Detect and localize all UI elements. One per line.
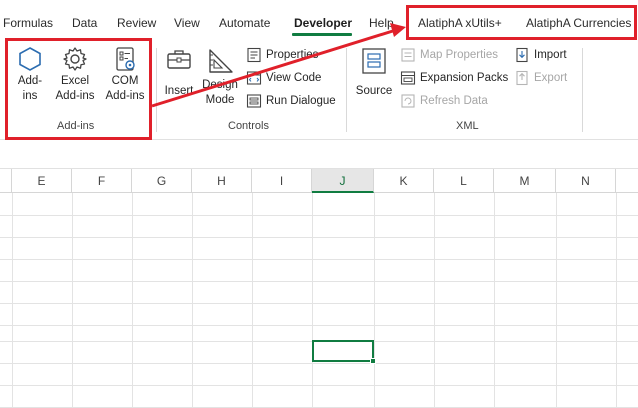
grid-line: [616, 193, 617, 408]
grid-line: [494, 193, 495, 408]
xml-group-label: XML: [456, 120, 479, 132]
column-header-f[interactable]: F: [72, 169, 132, 193]
xml-source-icon: [362, 48, 386, 74]
run-dialogue-icon: [246, 94, 262, 108]
grid-line: [374, 193, 375, 408]
tab-data[interactable]: Data: [72, 16, 97, 30]
grid-line: [556, 193, 557, 408]
expansion-packs-label: Expansion Packs: [420, 72, 509, 84]
column-header-n[interactable]: N: [556, 169, 616, 193]
design-mode-button[interactable]: Design Mode: [200, 46, 240, 108]
run-dialogue-button[interactable]: Run Dialogue: [246, 90, 336, 112]
grid-line: [0, 303, 638, 304]
group-separator: [156, 48, 157, 132]
export-icon: [516, 70, 528, 86]
grid-line: [0, 281, 638, 282]
tab-help[interactable]: Help: [369, 16, 394, 30]
active-cell[interactable]: [312, 340, 374, 362]
refresh-data-label: Refresh Data: [420, 95, 488, 107]
view-code-label: View Code: [266, 72, 322, 84]
fill-handle[interactable]: [370, 358, 376, 364]
column-header-g[interactable]: G: [132, 169, 192, 193]
refresh-data-button[interactable]: Refresh Data: [400, 90, 488, 112]
tab-view[interactable]: View: [174, 16, 200, 30]
run-dialogue-label: Run Dialogue: [266, 95, 336, 107]
design-mode-label-2: Mode: [205, 94, 235, 106]
grid-line: [0, 259, 638, 260]
active-tab-indicator: [292, 33, 352, 36]
import-label: Import: [534, 49, 567, 61]
row-header-gutter: [0, 169, 12, 193]
grid-line: [192, 193, 193, 408]
map-properties-label: Map Properties: [420, 49, 498, 61]
group-separator: [346, 48, 347, 132]
expansion-packs-icon: [400, 71, 416, 85]
tab-formulas[interactable]: Formulas: [3, 16, 53, 30]
grid-line: [0, 325, 638, 326]
formula-bar-area: [0, 141, 638, 169]
column-header-m[interactable]: M: [494, 169, 556, 193]
grid-line: [0, 237, 638, 238]
grid-line: [72, 193, 73, 408]
grid-line: [252, 193, 253, 408]
import-button[interactable]: Import: [514, 44, 567, 66]
column-header-j[interactable]: J: [312, 169, 374, 193]
properties-button[interactable]: Properties: [246, 44, 318, 66]
custom-tabs-highlight-box: [406, 5, 637, 40]
insert-label: Insert: [164, 85, 194, 97]
grid-line: [312, 193, 313, 408]
grid-line: [434, 193, 435, 408]
view-code-icon: [246, 71, 262, 85]
insert-control-button[interactable]: Insert: [162, 46, 196, 99]
tab-review[interactable]: Review: [117, 16, 156, 30]
column-header-h[interactable]: H: [192, 169, 252, 193]
properties-label: Properties: [266, 49, 319, 61]
worksheet-grid[interactable]: E F G H I J K L M N: [0, 169, 638, 408]
column-header-i[interactable]: I: [252, 169, 312, 193]
toolbox-icon: [167, 50, 191, 69]
expansion-packs-button[interactable]: Expansion Packs: [400, 67, 508, 89]
grid-line: [0, 215, 638, 216]
add-ins-highlight-box: [5, 38, 152, 140]
export-label: Export: [534, 72, 568, 84]
xml-source-button[interactable]: Source: [354, 46, 394, 99]
column-header-next[interactable]: [616, 169, 638, 193]
properties-icon: [247, 47, 261, 63]
import-icon: [516, 47, 528, 63]
source-label: Source: [355, 85, 393, 97]
view-code-button[interactable]: View Code: [246, 67, 321, 89]
controls-group-label: Controls: [228, 120, 269, 132]
tab-developer[interactable]: Developer: [294, 16, 352, 30]
grid-line: [12, 193, 13, 408]
column-header-l[interactable]: L: [434, 169, 494, 193]
grid-line: [132, 193, 133, 408]
column-header-e[interactable]: E: [12, 169, 72, 193]
tab-automate[interactable]: Automate: [219, 16, 270, 30]
map-properties-icon: [401, 48, 415, 62]
design-mode-label-1: Design: [202, 79, 238, 91]
group-separator: [582, 48, 583, 132]
grid-line: [0, 363, 638, 364]
map-properties-button[interactable]: Map Properties: [400, 44, 498, 66]
column-header-k[interactable]: K: [374, 169, 434, 193]
ruler-triangle-icon: [209, 49, 233, 73]
export-button[interactable]: Export: [514, 67, 567, 89]
grid-line: [0, 385, 638, 386]
refresh-data-icon: [401, 94, 415, 108]
